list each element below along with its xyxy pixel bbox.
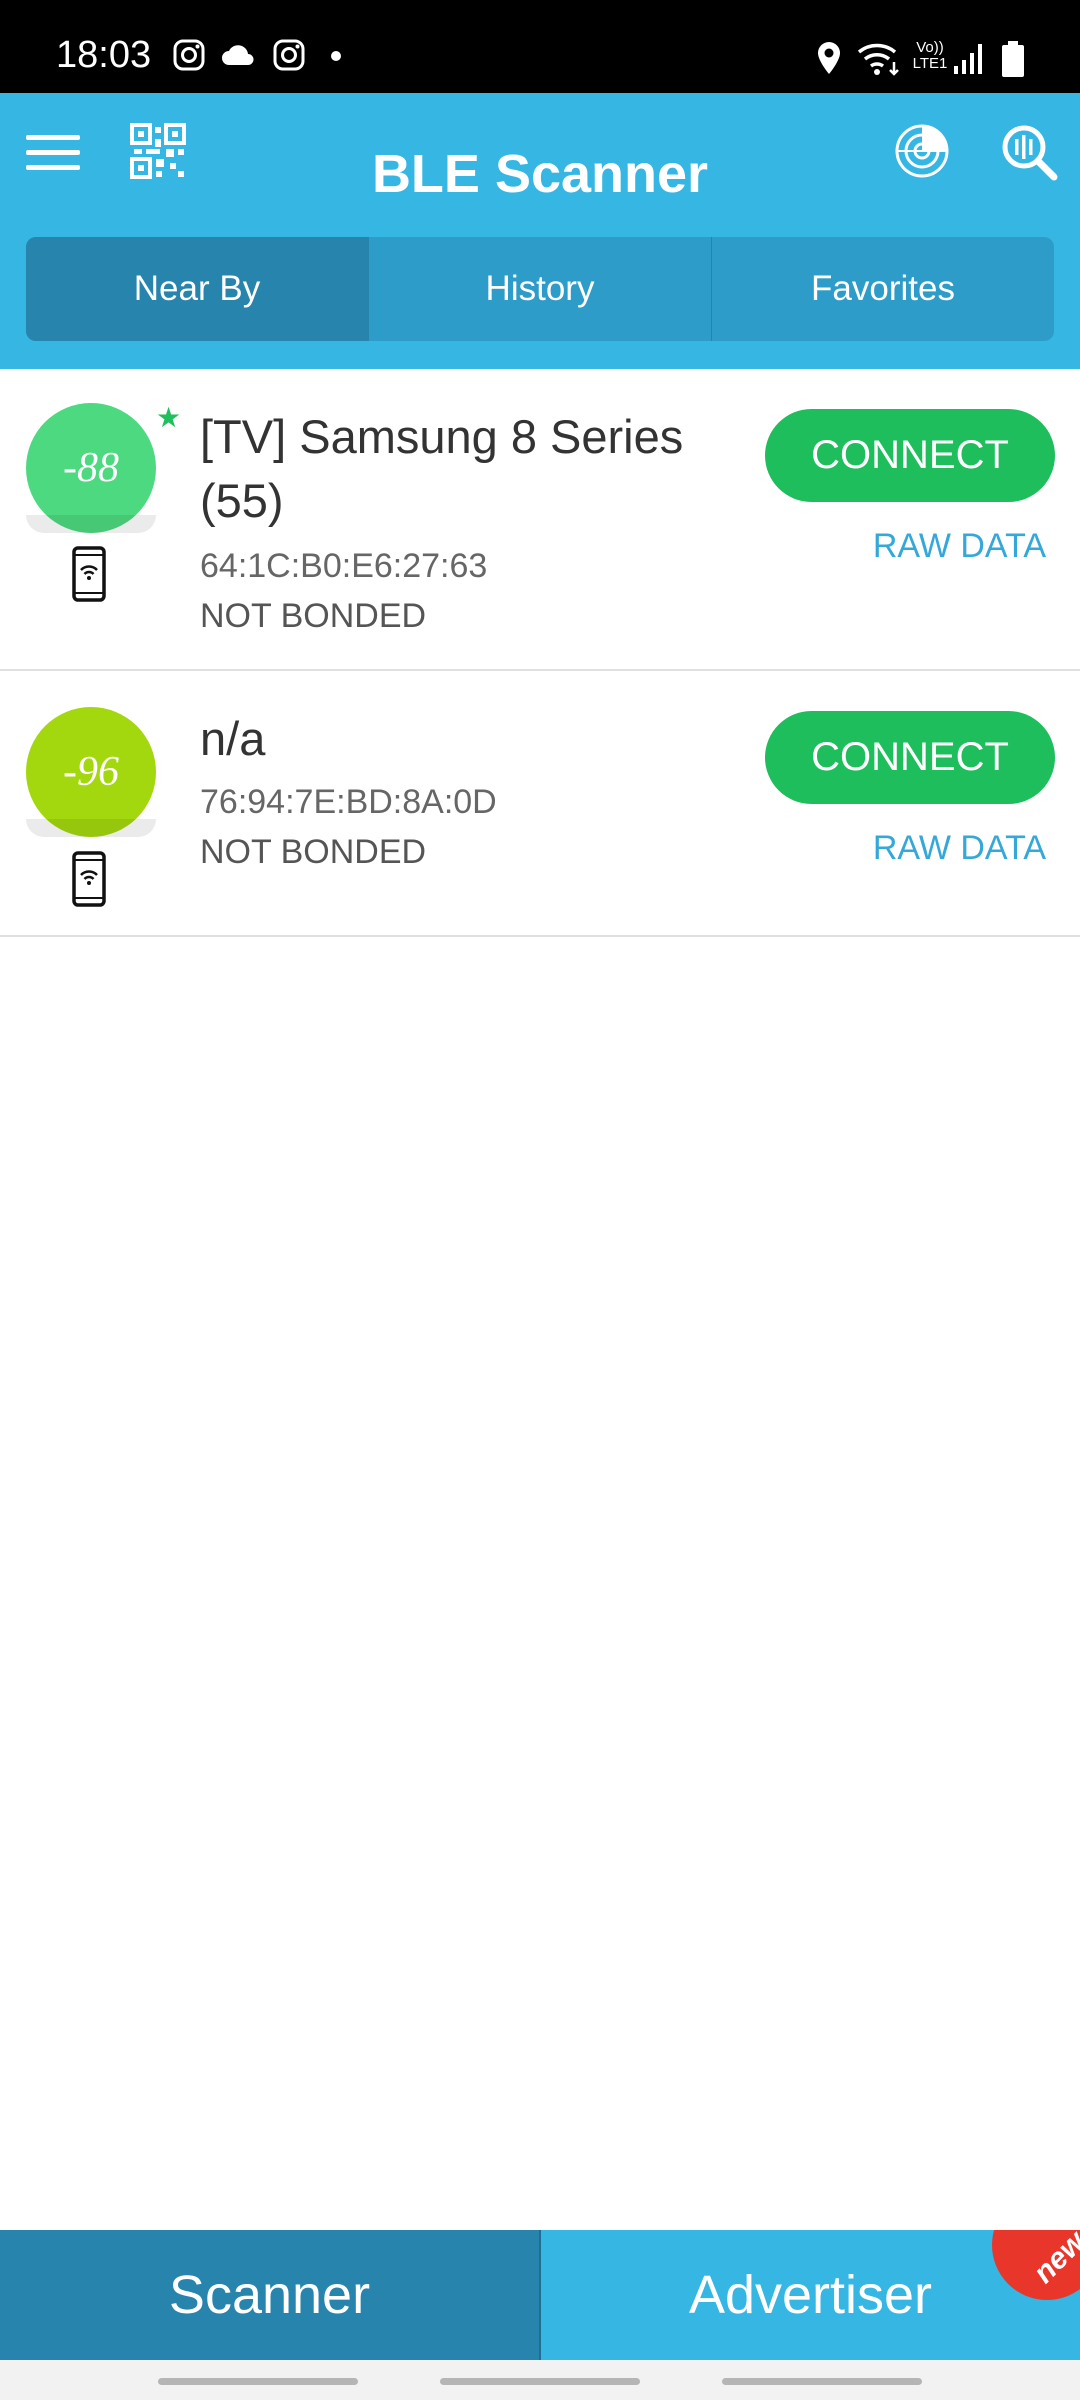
device-name: n/a — [200, 712, 266, 765]
radar-icon[interactable] — [894, 123, 950, 179]
new-badge: new — [969, 2230, 1080, 2323]
device-list: -88 ★ [TV] Samsung 8 Series (55) 64:1C:B… — [0, 369, 1080, 937]
scanner-tab[interactable]: Scanner — [0, 2230, 541, 2360]
app-bar: BLE Scanner Near By History Favorites — [0, 93, 1080, 369]
signal-icon — [954, 44, 982, 74]
battery-icon — [1002, 41, 1024, 77]
favorite-star-icon: ★ — [156, 402, 182, 433]
device-name-line1: [TV] Samsung 8 Series — [200, 410, 684, 463]
search-icon[interactable] — [1000, 123, 1058, 181]
rssi-value: -88 — [63, 445, 119, 491]
system-navigation-bar — [0, 2360, 1080, 2400]
volte-indicator: Vo)) LTE1 — [908, 40, 952, 72]
recent-apps-gesture[interactable] — [158, 2378, 358, 2385]
device-mac: 76:94:7E:BD:8A:0D — [200, 783, 497, 821]
tab-favorites[interactable]: Favorites — [712, 237, 1054, 341]
device-name: [TV] Samsung 8 Series (55) — [200, 405, 720, 533]
home-gesture[interactable] — [440, 2378, 640, 2385]
dot-icon — [331, 51, 341, 61]
status-time: 18:03 — [56, 34, 152, 76]
raw-data-link[interactable]: RAW DATA — [873, 829, 1046, 868]
status-bar: 18:03 Vo)) LTE1 — [0, 0, 1080, 93]
instagram-icon — [173, 39, 205, 71]
volte-label: Vo)) — [916, 39, 944, 56]
device-row[interactable]: -88 ★ [TV] Samsung 8 Series (55) 64:1C:B… — [0, 369, 1080, 671]
device-mac: 64:1C:B0:E6:27:63 — [200, 547, 488, 585]
rssi-value: -96 — [63, 749, 119, 795]
lte-label: LTE1 — [912, 55, 948, 72]
device-row[interactable]: -96 n/a 76:94:7E:BD:8A:0D NOT BONDED CON… — [0, 671, 1080, 937]
phone-icon — [72, 851, 106, 907]
rssi-badge: -88 — [26, 403, 156, 533]
tab-bar: Near By History Favorites — [26, 237, 1054, 341]
phone-icon — [72, 546, 106, 602]
bottom-nav: Scanner Advertiser new — [0, 2230, 1080, 2360]
device-name-line2: (55) — [200, 474, 284, 527]
tab-history[interactable]: History — [369, 237, 712, 341]
connect-button[interactable]: CONNECT — [765, 409, 1055, 502]
back-gesture[interactable] — [722, 2378, 922, 2385]
advertiser-tab[interactable]: Advertiser new — [541, 2230, 1080, 2360]
rssi-badge: -96 — [26, 707, 156, 837]
advertiser-label: Advertiser — [688, 2265, 933, 2325]
cloud-icon — [222, 45, 254, 65]
device-bond-state: NOT BONDED — [200, 833, 427, 871]
device-bond-state: NOT BONDED — [200, 597, 427, 635]
tab-near-by[interactable]: Near By — [26, 237, 369, 341]
connect-button[interactable]: CONNECT — [765, 711, 1055, 804]
raw-data-link[interactable]: RAW DATA — [873, 527, 1046, 566]
instagram-icon — [273, 39, 305, 71]
location-icon — [818, 42, 840, 74]
wifi-icon — [857, 43, 899, 76]
new-badge-label: new — [1027, 2230, 1080, 2290]
